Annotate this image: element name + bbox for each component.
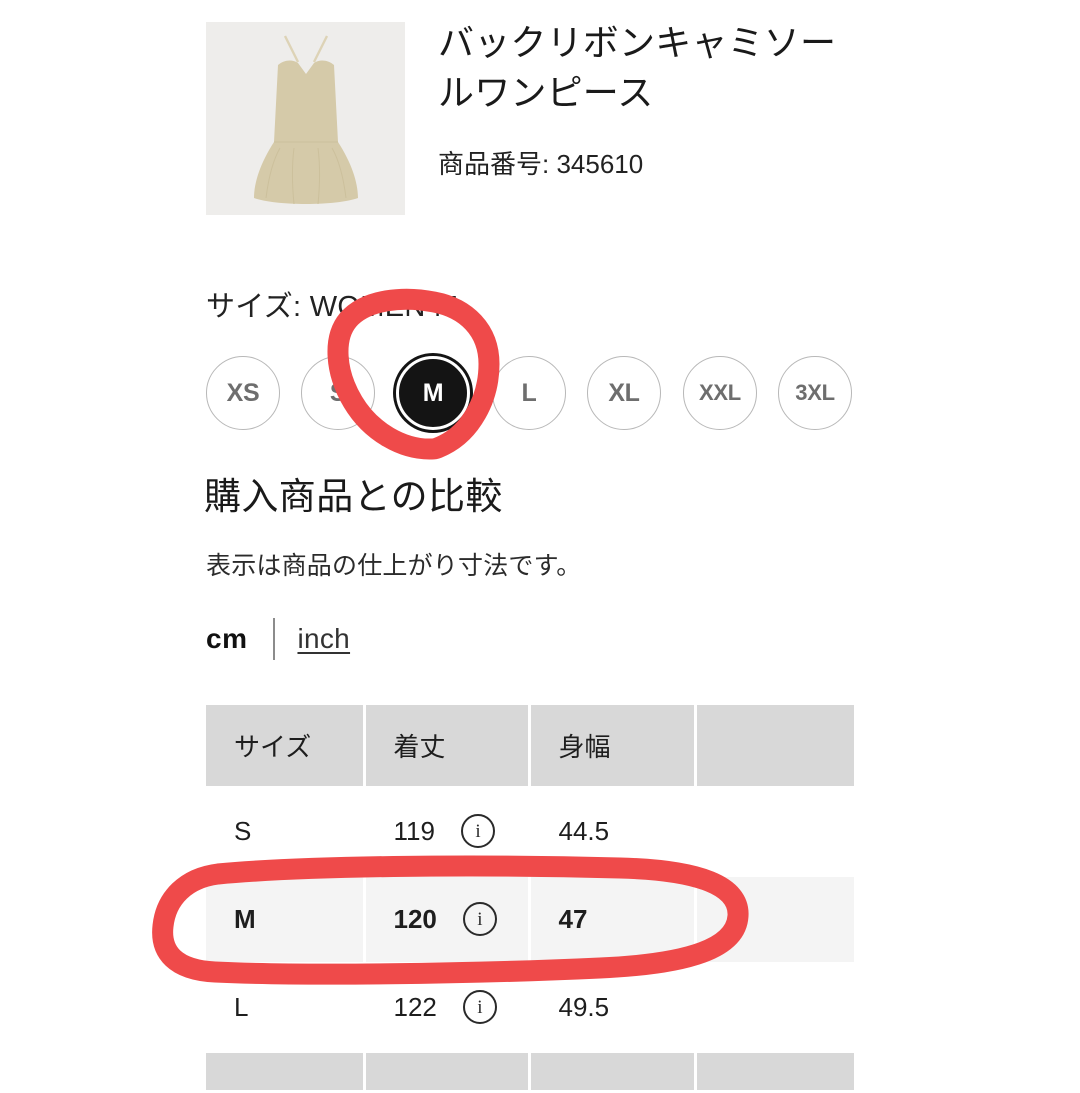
cell-size: L (206, 963, 366, 1053)
table-row: L 122 i 49.5 (206, 963, 857, 1053)
cell-partial (695, 1051, 857, 1093)
unit-option-inch[interactable]: inch (297, 623, 350, 655)
header-length: 着丈 (364, 705, 531, 789)
cell-length: 120 i (364, 875, 531, 965)
selected-size-label: サイズ: WOMEN M (206, 291, 459, 323)
cell-partial (529, 1051, 697, 1093)
cell-length-value: 120 (393, 903, 437, 934)
info-icon[interactable]: i (462, 990, 497, 1024)
cell-partial (364, 1051, 531, 1093)
product-code: 商品番号: 345610 (438, 149, 644, 179)
size-table-body: S 119 i 44.5 M 120 i 47 L 122 i 49.5 (206, 787, 857, 1093)
header-width: 身幅 (529, 705, 697, 789)
size-option-m[interactable]: M (396, 356, 470, 430)
product-title: バックリボンキャミソールワンピース (438, 22, 837, 113)
cell-size: M (206, 875, 366, 965)
cell-extra (695, 963, 857, 1053)
size-option-l[interactable]: L (492, 356, 566, 430)
header-empty (695, 705, 857, 789)
cell-length: 119 i (364, 787, 531, 877)
unit-toggle: cm inch (206, 617, 350, 661)
header-size: サイズ (206, 705, 366, 789)
size-option-xs[interactable]: XS (206, 356, 280, 430)
dress-image (206, 22, 405, 215)
cell-width: 47 (529, 875, 697, 965)
product-thumbnail[interactable] (206, 22, 405, 215)
cell-width: 44.5 (529, 787, 697, 877)
product-header: バックリボンキャミソールワンピース 商品番号: 345610 (206, 22, 866, 222)
cell-length-value: 119 (393, 815, 435, 846)
table-row: S 119 i 44.5 (206, 787, 857, 877)
cell-partial (206, 1051, 366, 1093)
unit-divider (273, 618, 276, 660)
table-row-partial (206, 1051, 857, 1093)
info-icon[interactable]: i (460, 814, 495, 848)
table-header-row: サイズ 着丈 身幅 (206, 705, 857, 789)
size-table-head: サイズ 着丈 身幅 (206, 705, 857, 789)
info-icon[interactable]: i (462, 902, 497, 936)
cell-length-value: 122 (393, 991, 437, 1022)
cell-extra (695, 875, 857, 965)
size-option-xl[interactable]: XL (587, 356, 661, 430)
size-option-3xl[interactable]: 3XL (778, 356, 852, 430)
size-option-list: XS S M L XL XXL 3XL (206, 356, 866, 434)
cell-size: S (206, 787, 366, 877)
compare-section-heading: 購入商品との比較 (204, 476, 503, 517)
compare-section-note: 表示は商品の仕上がり寸法です。 (206, 552, 582, 580)
cell-length: 122 i (364, 963, 531, 1053)
size-measurement-table: サイズ 着丈 身幅 S 119 i 44.5 M 120 i 47 L 122 … (206, 705, 857, 1093)
cell-width: 49.5 (529, 963, 697, 1053)
table-row: M 120 i 47 (206, 875, 857, 965)
size-option-s[interactable]: S (301, 356, 375, 430)
unit-option-cm[interactable]: cm (206, 623, 247, 655)
cell-extra (695, 787, 857, 877)
size-option-xxl[interactable]: XXL (683, 356, 757, 430)
